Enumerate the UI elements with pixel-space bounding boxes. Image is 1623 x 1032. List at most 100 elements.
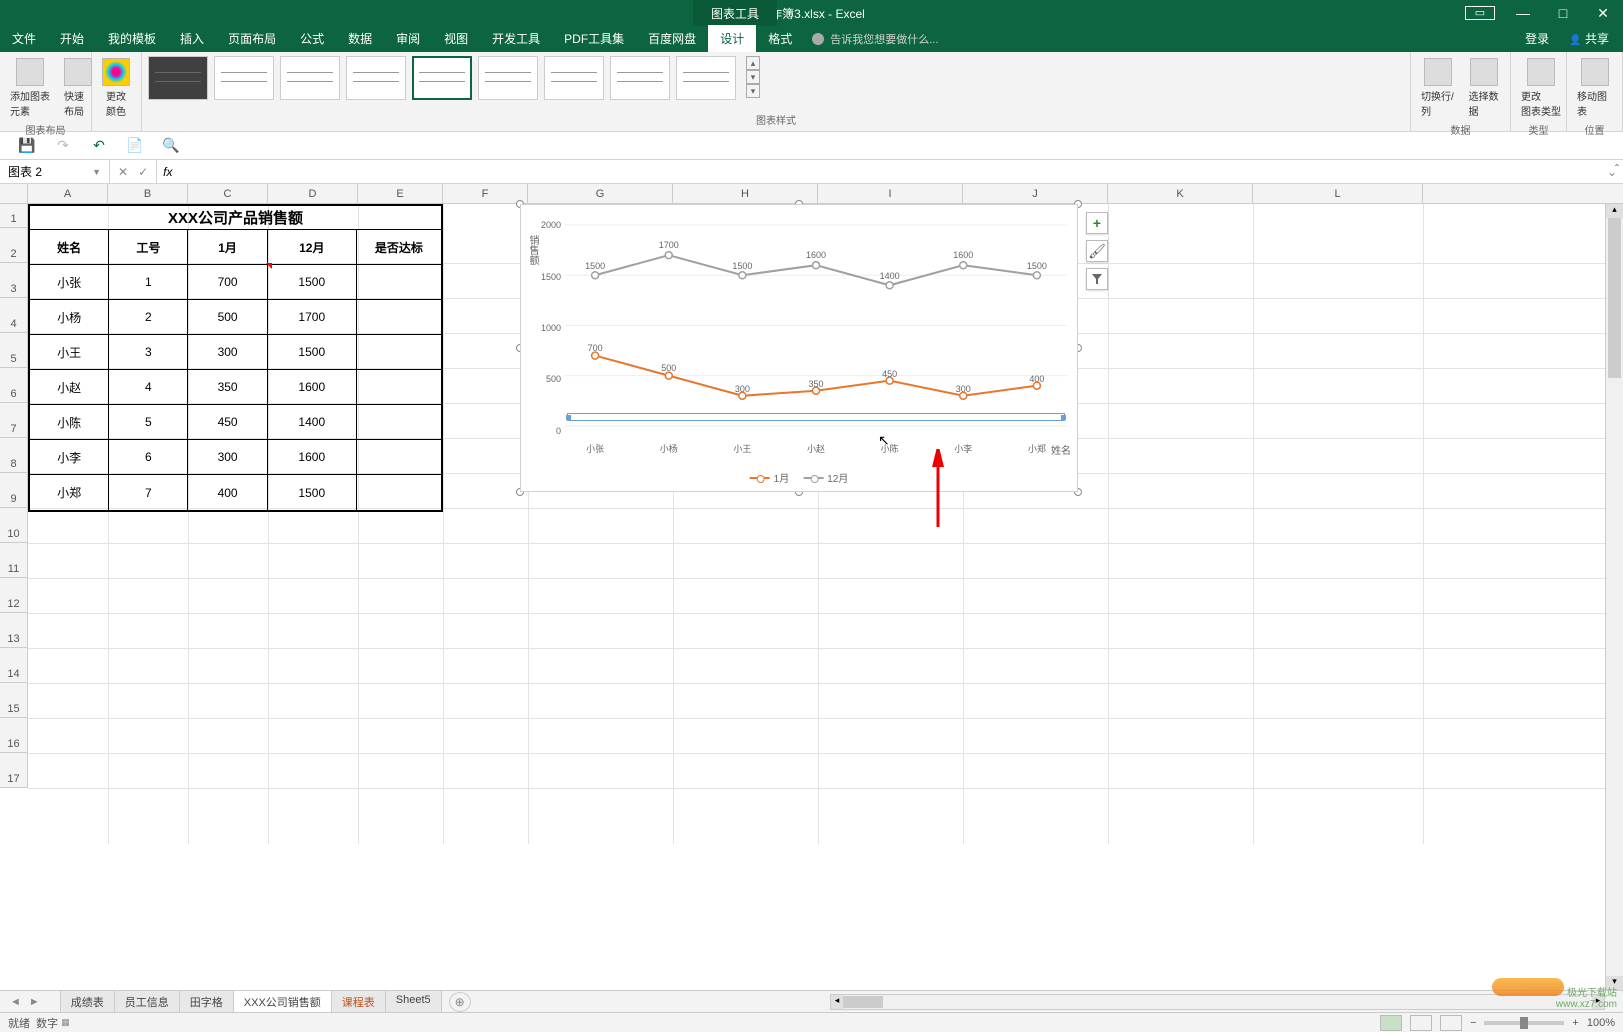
zoom-slider[interactable] (1484, 1021, 1564, 1025)
col-header-B[interactable]: B (108, 184, 188, 203)
page-break-view-button[interactable] (1440, 1015, 1462, 1031)
sheet-tab[interactable]: XXX公司销售额 (233, 990, 332, 1014)
row-header-8[interactable]: 8 (0, 438, 28, 473)
fx-icon[interactable]: fx (157, 165, 178, 179)
col-header-E[interactable]: E (358, 184, 443, 203)
print-preview-button[interactable]: 🔍 (162, 137, 180, 155)
vertical-scrollbar[interactable]: ▴ ▾ (1605, 204, 1623, 990)
zoom-thumb[interactable] (1520, 1017, 1528, 1029)
menu-tab-9[interactable]: 开发工具 (480, 25, 552, 52)
add-chart-element-button[interactable]: 添加图表 元素 (6, 56, 54, 120)
row-header-9[interactable]: 9 (0, 473, 28, 508)
menu-tab-6[interactable]: 数据 (336, 25, 384, 52)
style-item-2[interactable] (214, 56, 274, 100)
ribbon-display-icon[interactable]: ▭ (1465, 6, 1495, 20)
col-header-C[interactable]: C (188, 184, 268, 203)
page-layout-view-button[interactable] (1410, 1015, 1432, 1031)
undo-button[interactable]: ↶ (90, 137, 108, 155)
menu-tab-7[interactable]: 审阅 (384, 25, 432, 52)
scroll-left-button[interactable]: ◂ (831, 995, 843, 1009)
expand-formula-button[interactable]: ⌄ (1601, 165, 1623, 179)
sheet-nav[interactable]: ◄► (0, 994, 50, 1010)
col-header-K[interactable]: K (1108, 184, 1253, 203)
menu-tab-1[interactable]: 开始 (48, 25, 96, 52)
row-header-16[interactable]: 16 (0, 718, 28, 753)
menu-tab-5[interactable]: 公式 (288, 25, 336, 52)
style-item-3[interactable] (280, 56, 340, 100)
maximize-button[interactable]: □ (1543, 0, 1583, 26)
quick-layout-button[interactable]: 快速布局 (60, 56, 96, 120)
chart-styles-button[interactable]: 🖌 (1086, 240, 1108, 262)
sheet-tab[interactable]: 成绩表 (60, 990, 115, 1014)
chart-selection[interactable]: 销售额 姓名 050010001500200070050030035045030… (520, 204, 1078, 492)
row-header-17[interactable]: 17 (0, 753, 28, 788)
change-chart-type-button[interactable]: 更改 图表类型 (1517, 56, 1565, 120)
col-header-J[interactable]: J (963, 184, 1108, 203)
col-header-A[interactable]: A (28, 184, 108, 203)
menu-tab-4[interactable]: 页面布局 (216, 25, 288, 52)
redo-button[interactable]: ↷ (54, 137, 72, 155)
row-header-10[interactable]: 10 (0, 508, 28, 543)
row-header-7[interactable]: 7 (0, 403, 28, 438)
select-data-button[interactable]: 选择数据 (1465, 56, 1504, 120)
save-button[interactable]: 💾 (18, 137, 36, 155)
col-header-L[interactable]: L (1253, 184, 1423, 203)
chart-filters-button[interactable] (1086, 268, 1108, 290)
scroll-thumb[interactable] (1608, 218, 1621, 378)
col-header-D[interactable]: D (268, 184, 358, 203)
share-button[interactable]: 👤 共享 (1561, 25, 1617, 52)
menu-tab-3[interactable]: 插入 (168, 25, 216, 52)
row-header-2[interactable]: 2 (0, 228, 28, 263)
style-item-5-selected[interactable] (412, 56, 472, 100)
row-header-13[interactable]: 13 (0, 613, 28, 648)
gallery-more-button[interactable]: ▾ (746, 84, 760, 98)
tell-me-box[interactable]: 告诉我您想要做什么... (804, 26, 946, 52)
zoom-in-button[interactable]: + (1572, 1017, 1578, 1029)
chart-styles-gallery[interactable]: ▴ ▾ ▾ (148, 56, 1404, 110)
menu-tab-12[interactable]: 设计 (708, 25, 756, 52)
scroll-down-button[interactable]: ▾ (1606, 976, 1623, 990)
row-header-11[interactable]: 11 (0, 543, 28, 578)
menu-tab-2[interactable]: 我的模板 (96, 25, 168, 52)
style-item-7[interactable] (544, 56, 604, 100)
cell-comment-indicator[interactable] (266, 263, 272, 269)
zoom-out-button[interactable]: − (1470, 1017, 1476, 1029)
row-header-1[interactable]: 1 (0, 204, 28, 228)
menu-tab-13[interactable]: 格式 (756, 25, 804, 52)
col-header-G[interactable]: G (528, 184, 673, 203)
axis-selection-rect[interactable] (567, 413, 1065, 421)
formula-input[interactable] (178, 165, 1600, 179)
chart-legend[interactable]: 1月 12月 (750, 470, 849, 485)
cancel-formula-button[interactable]: ✕ (118, 165, 128, 179)
name-box-dropdown-icon[interactable]: ▼ (92, 167, 101, 177)
chart-elements-button[interactable]: + (1086, 212, 1108, 234)
sheet-tab[interactable]: 田字格 (179, 990, 234, 1014)
change-colors-button[interactable]: 更改 颜色 (98, 56, 134, 120)
name-box[interactable]: 图表 2 ▼ (0, 160, 110, 183)
touch-mode-button[interactable]: 📄 (126, 137, 144, 155)
worksheet-grid[interactable]: ABCDEFGHIJKL 1234567891011121314151617 X… (0, 184, 1623, 844)
menu-tab-10[interactable]: PDF工具集 (552, 25, 636, 52)
plot-area[interactable]: 0500100015002000700500300350450300400150… (565, 215, 1067, 441)
col-header-F[interactable]: F (443, 184, 528, 203)
row-header-5[interactable]: 5 (0, 333, 28, 368)
login-button[interactable]: 登录 (1517, 25, 1557, 52)
menu-tab-0[interactable]: 文件 (0, 25, 48, 52)
scroll-up-button[interactable]: ▴ (1606, 204, 1623, 218)
row-header-12[interactable]: 12 (0, 578, 28, 613)
close-button[interactable]: ✕ (1583, 0, 1623, 26)
menu-tab-8[interactable]: 视图 (432, 25, 480, 52)
row-header-4[interactable]: 4 (0, 298, 28, 333)
scroll-right-button[interactable]: ▸ (1592, 995, 1604, 1009)
style-item-1[interactable] (148, 56, 208, 100)
hscroll-thumb[interactable] (843, 996, 883, 1008)
gallery-up-button[interactable]: ▴ (746, 56, 760, 70)
move-chart-button[interactable]: 移动图表 (1573, 56, 1616, 120)
select-all-corner[interactable] (0, 184, 28, 203)
row-header-6[interactable]: 6 (0, 368, 28, 403)
add-sheet-button[interactable]: ⊕ (449, 992, 471, 1012)
switch-row-col-button[interactable]: 切换行/列 (1417, 56, 1459, 120)
style-item-8[interactable] (610, 56, 670, 100)
style-item-6[interactable] (478, 56, 538, 100)
style-item-9[interactable] (676, 56, 736, 100)
